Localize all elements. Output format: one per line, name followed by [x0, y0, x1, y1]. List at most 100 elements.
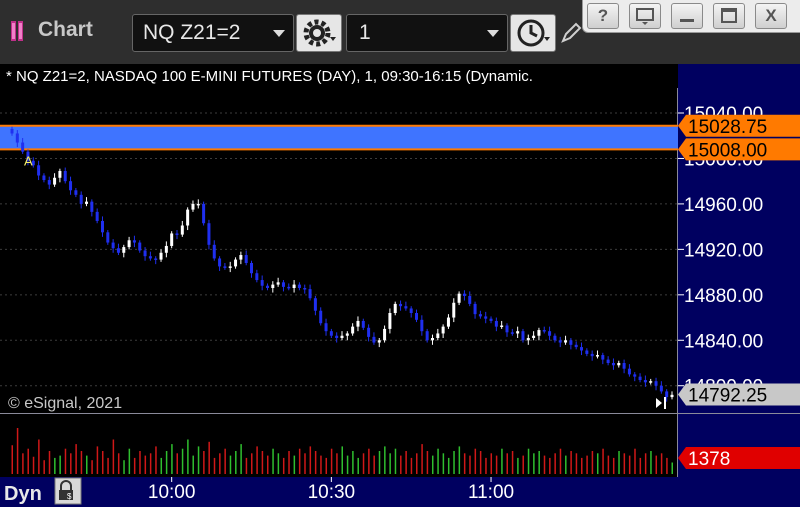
- candle: [564, 340, 568, 343]
- candle: [526, 338, 530, 341]
- chevron-down-icon[interactable]: [273, 30, 285, 37]
- chart-properties-button[interactable]: [296, 14, 342, 52]
- volume-bar: [139, 451, 141, 474]
- volume-bar: [101, 451, 104, 474]
- window-title: Chart: [38, 18, 93, 41]
- candle: [122, 247, 126, 253]
- volume-bar: [266, 455, 269, 474]
- volume-bar: [70, 453, 72, 474]
- interval-input[interactable]: 1: [346, 14, 508, 52]
- volume-bar: [549, 457, 551, 474]
- volume-bar: [64, 448, 67, 474]
- close-button[interactable]: X: [755, 3, 787, 29]
- candle: [15, 133, 19, 143]
- candle: [143, 250, 147, 257]
- candle: [356, 320, 360, 327]
- candle: [500, 325, 504, 327]
- candle: [457, 293, 461, 303]
- volume-bar: [165, 451, 168, 474]
- volume-bar: [43, 460, 45, 474]
- volume-bar: [11, 445, 13, 474]
- candle: [207, 223, 211, 245]
- interval-value: 1: [359, 21, 371, 44]
- time-tick-label: 11:00: [468, 482, 514, 503]
- time-tick-label: 10:00: [148, 482, 196, 503]
- price-pane[interactable]: [0, 64, 678, 414]
- candle: [548, 331, 552, 336]
- maximize-button[interactable]: [713, 3, 745, 29]
- candle: [63, 170, 67, 182]
- candle: [53, 177, 57, 185]
- candle: [297, 284, 301, 288]
- candle: [399, 303, 403, 307]
- symbol-input[interactable]: NQ Z21=2: [132, 14, 294, 52]
- candle: [191, 203, 195, 210]
- candle: [654, 381, 658, 386]
- candle: [287, 286, 291, 289]
- volume-bar: [410, 457, 413, 474]
- candle: [329, 331, 333, 336]
- candle: [510, 332, 514, 334]
- volume-bar: [671, 462, 673, 474]
- link-window-button[interactable]: [629, 3, 661, 29]
- volume-bar: [463, 453, 466, 474]
- candle: [633, 374, 637, 377]
- volume-bar: [176, 453, 178, 474]
- candle: [324, 323, 328, 332]
- volume-bar: [251, 453, 253, 474]
- candle: [473, 303, 477, 315]
- price-chart[interactable]: A 15040.0015000.0014960.0014920.0014880.…: [0, 64, 800, 507]
- chevron-down-icon[interactable]: [487, 30, 499, 37]
- volume-bar: [341, 446, 343, 474]
- volume-mode-button[interactable]: Dyn: [4, 483, 42, 505]
- candle: [569, 340, 573, 345]
- volume-bar: [48, 451, 51, 474]
- candle: [409, 308, 413, 313]
- candle: [127, 240, 131, 248]
- volume-bar: [490, 453, 493, 474]
- candle: [340, 335, 344, 338]
- pencil-icon[interactable]: [560, 22, 582, 44]
- volume-bar: [591, 451, 594, 474]
- candle: [462, 293, 466, 296]
- candle: [111, 242, 115, 249]
- candle: [42, 175, 46, 181]
- help-button[interactable]: ?: [587, 3, 619, 29]
- volume-bar: [400, 455, 402, 474]
- volume-bar: [346, 455, 349, 474]
- volume-bar: [394, 448, 397, 474]
- candle: [138, 242, 142, 251]
- volume-bar: [325, 457, 328, 474]
- candle: [601, 355, 605, 360]
- volume-bar: [538, 451, 540, 474]
- candle: [345, 333, 349, 336]
- volume-bar: [495, 455, 498, 474]
- candle: [580, 347, 584, 351]
- price-tick-label: 14880.00: [684, 286, 763, 307]
- candle: [377, 340, 381, 343]
- volume-bar: [559, 448, 562, 474]
- candle: [622, 363, 626, 369]
- chart-app-icon: [11, 21, 23, 41]
- symbol-value: NQ Z21=2: [143, 21, 241, 44]
- volume-bar: [192, 455, 194, 474]
- price-tick-label: 14840.00: [684, 331, 763, 352]
- candle: [74, 190, 78, 195]
- volume-bar: [245, 457, 248, 474]
- volume-bar: [320, 455, 322, 474]
- volume-bar: [453, 451, 455, 474]
- volume-bar: [565, 455, 567, 474]
- candle: [361, 320, 365, 328]
- volume-bar: [485, 457, 487, 474]
- time-axis[interactable]: [0, 477, 800, 507]
- volume-bar: [458, 446, 461, 474]
- lock-button[interactable]: $: [54, 477, 82, 505]
- volume-bar: [160, 457, 163, 474]
- minimize-button[interactable]: [671, 3, 703, 29]
- time-template-button[interactable]: [510, 14, 556, 52]
- volume-bar: [171, 444, 173, 474]
- volume-bar: [666, 457, 668, 474]
- candle: [159, 252, 163, 260]
- candle: [446, 317, 450, 327]
- candle: [351, 326, 355, 334]
